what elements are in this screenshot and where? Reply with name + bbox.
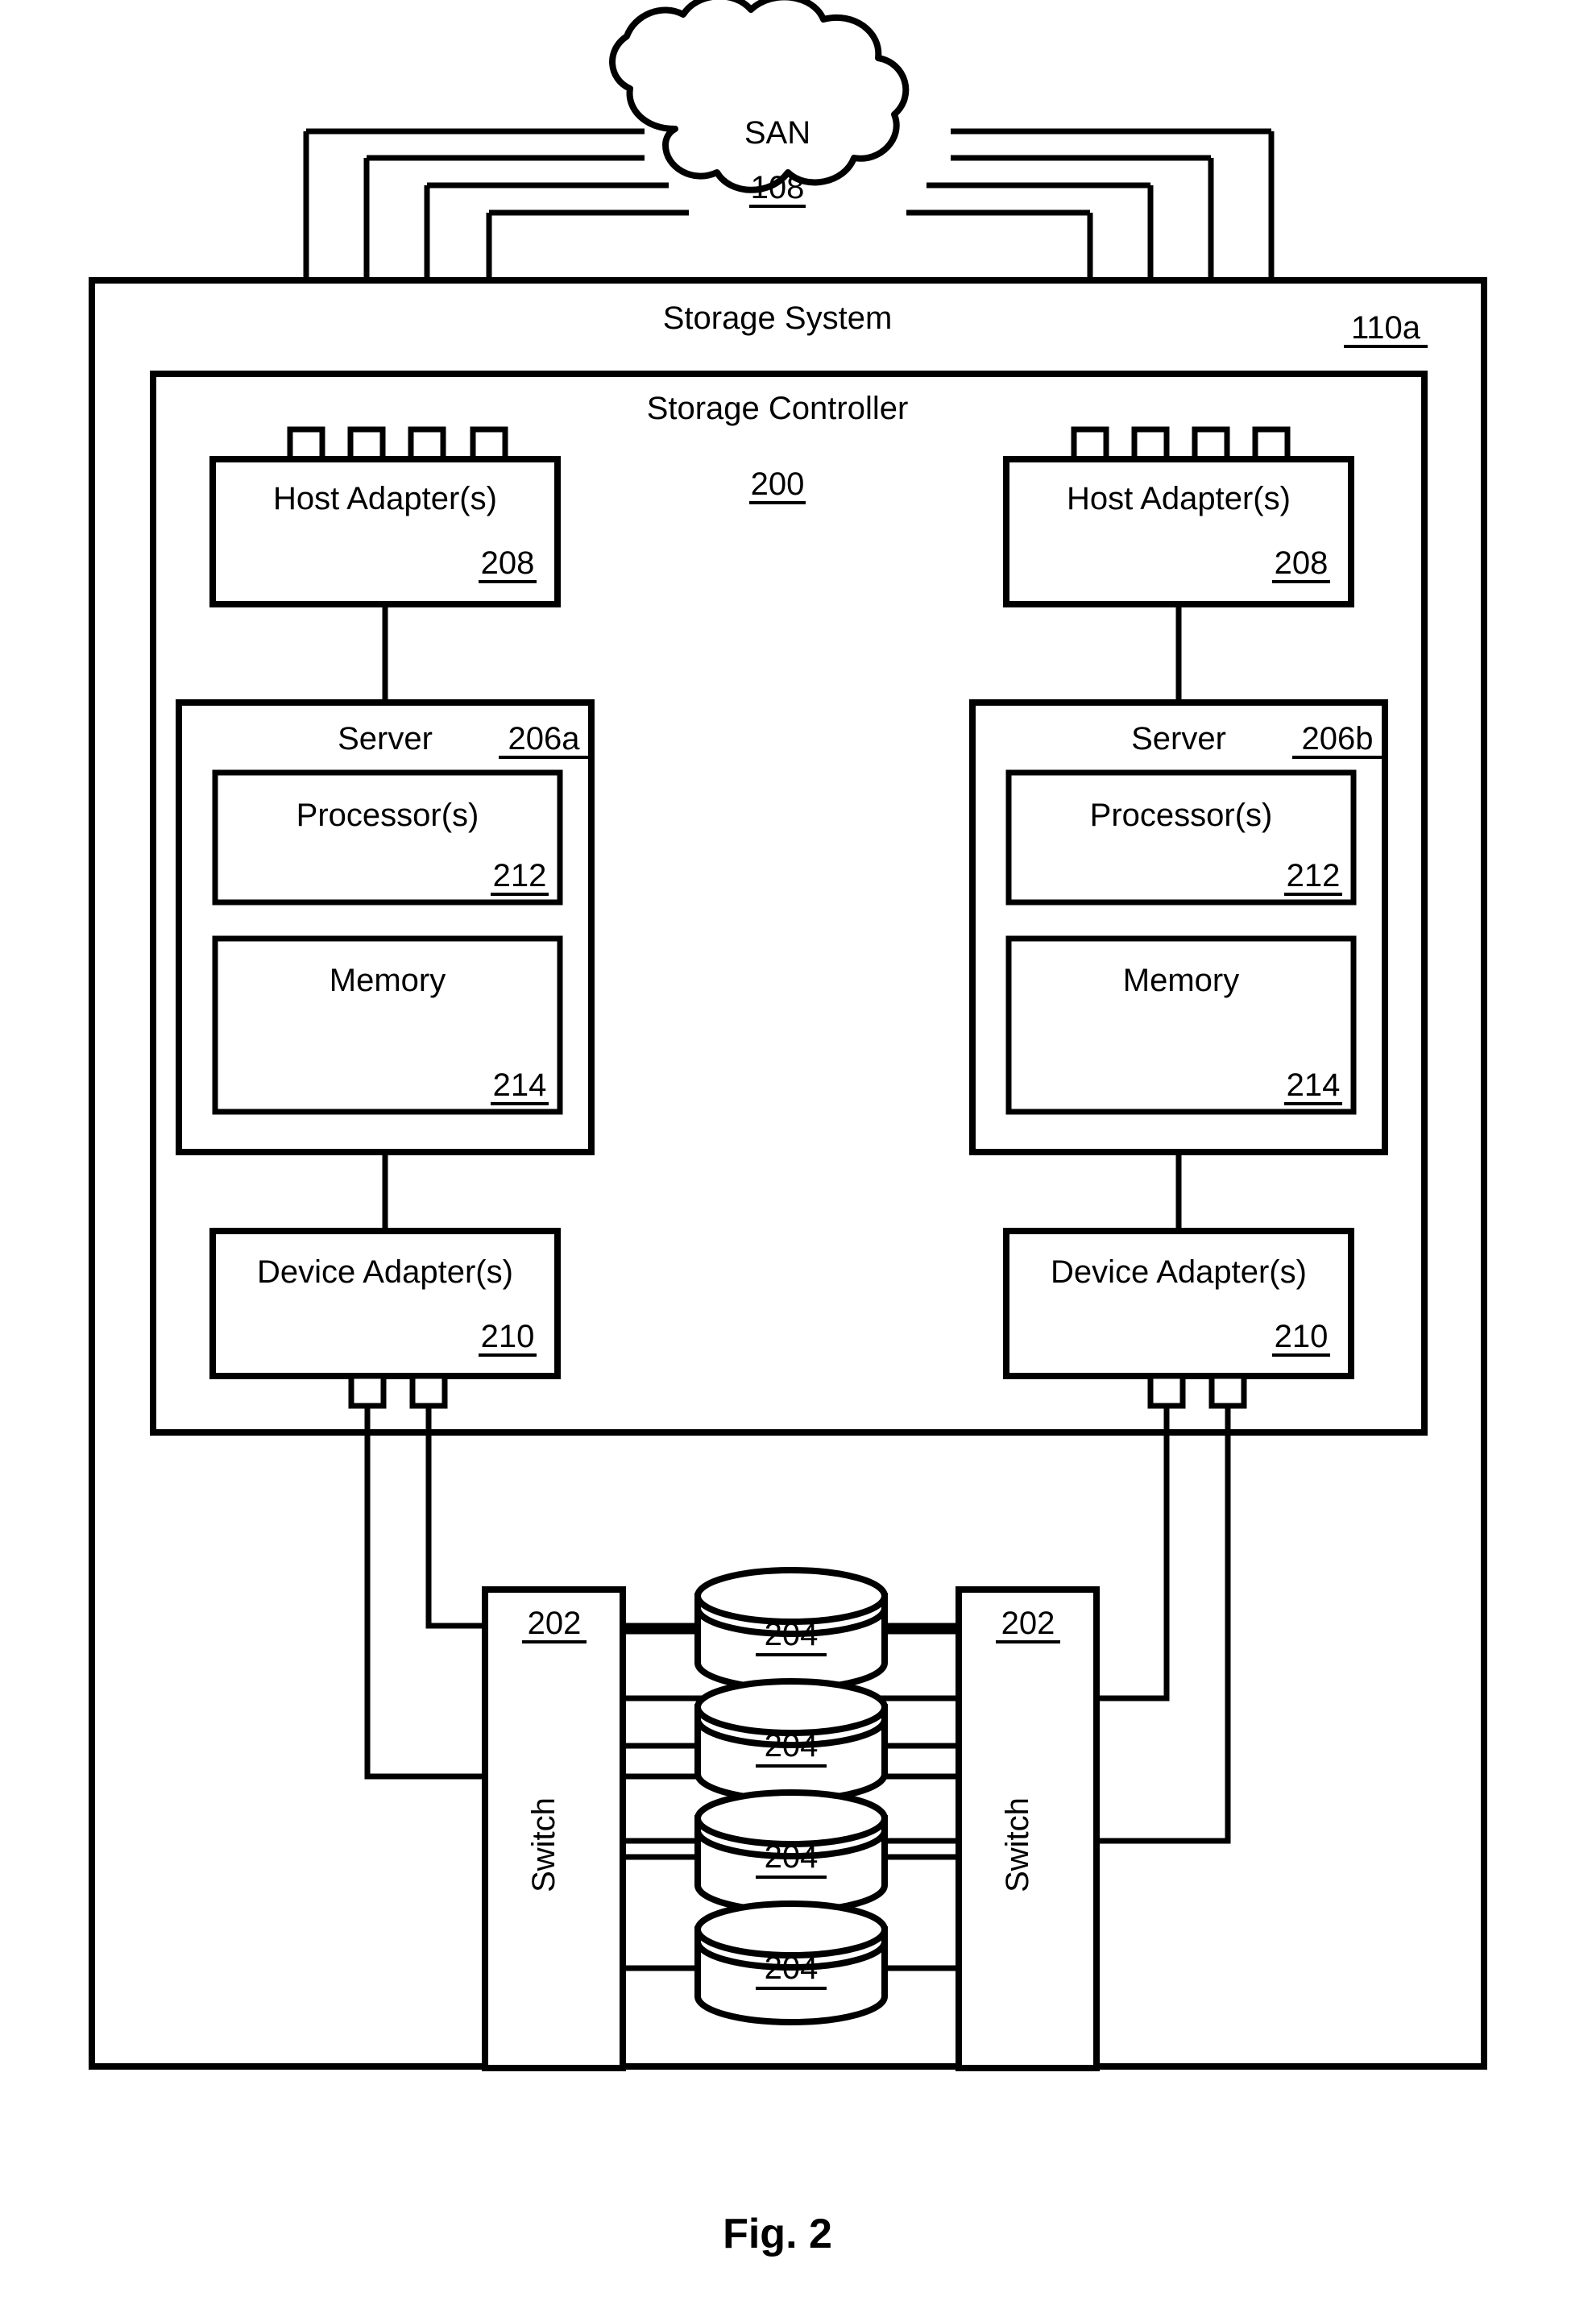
- disk-top: [694, 1789, 888, 1847]
- host-adapter-right: Host Adapter(s) 208: [1003, 456, 1354, 607]
- processor-right-ref: 212: [1287, 858, 1341, 893]
- switch-left-ref: 202: [528, 1606, 582, 1641]
- storage-system-title: Storage System: [663, 301, 893, 336]
- cloud-icon: [609, 0, 910, 193]
- server-left: Server 206a Processor(s) 212 Memory 214: [176, 699, 595, 1155]
- storage-drive: 204: [694, 1789, 888, 1914]
- server-left-ref: 206a: [508, 721, 581, 756]
- processor-left-label: Processor(s): [296, 798, 479, 833]
- switch-right-label: Switch: [1000, 1797, 1035, 1892]
- memory-right-ref: 214: [1287, 1067, 1341, 1103]
- storage-drive-ref: 204: [765, 1839, 819, 1875]
- server-left-label: Server: [338, 721, 433, 756]
- disk-top: [694, 1900, 888, 1958]
- port-icon: [1131, 426, 1170, 462]
- server-right: Server 206b Processor(s) 212 Memory 214: [969, 699, 1388, 1155]
- storage-drive-ref: 204: [765, 1950, 819, 1986]
- switch-right: 202 Switch: [956, 1586, 1100, 2071]
- disk-top: [694, 1678, 888, 1736]
- disk-top: [694, 1567, 888, 1625]
- device-adapter-right-ref: 210: [1275, 1319, 1329, 1354]
- host-adapter-left-label: Host Adapter(s): [273, 481, 497, 516]
- port-icon: [1071, 426, 1109, 462]
- storage-system-ref: 110a: [1351, 310, 1421, 346]
- server-right-label: Server: [1131, 721, 1226, 756]
- port-icon: [1252, 426, 1291, 462]
- san-cloud: SAN 108: [609, 0, 910, 208]
- port-icon: [409, 1373, 448, 1409]
- memory-right-label: Memory: [1123, 963, 1239, 998]
- device-adapter-left-ref: 210: [481, 1319, 535, 1354]
- host-adapter-right-label: Host Adapter(s): [1067, 481, 1291, 516]
- port-icon: [470, 426, 508, 462]
- port-icon: [1192, 426, 1230, 462]
- switch-right-ref: 202: [1001, 1606, 1055, 1641]
- figure-root: SAN 108 Storage System 110a Storage Cont…: [0, 0, 1596, 2317]
- storage-system-diagram: SAN 108 Storage System 110a Storage Cont…: [89, 0, 1487, 2257]
- memory-left-ref: 214: [493, 1067, 547, 1103]
- storage-drive-ref: 204: [765, 1728, 819, 1764]
- server-right-ref: 206b: [1302, 721, 1374, 756]
- device-adapter-left-label: Device Adapter(s): [257, 1254, 513, 1290]
- storage-drive: 204: [694, 1678, 888, 1803]
- port-icon: [287, 426, 325, 462]
- memory-left-label: Memory: [330, 963, 446, 998]
- processor-right-label: Processor(s): [1090, 798, 1273, 833]
- port-icon: [1208, 1373, 1247, 1409]
- switch-left-label: Switch: [526, 1797, 562, 1892]
- device-adapter-right-label: Device Adapter(s): [1051, 1254, 1307, 1290]
- port-icon: [1147, 1373, 1186, 1409]
- port-icon: [348, 1373, 387, 1409]
- port-icon: [347, 426, 386, 462]
- host-adapter-left: Host Adapter(s) 208: [209, 456, 561, 607]
- switch-left: 202 Switch: [482, 1586, 626, 2071]
- host-adapter-right-ref: 208: [1275, 545, 1329, 581]
- port-icon: [408, 426, 446, 462]
- figure-caption: Fig. 2: [723, 2211, 832, 2257]
- processor-left-ref: 212: [493, 858, 547, 893]
- storage-controller-ref: 200: [751, 466, 805, 502]
- host-adapter-left-ref: 208: [481, 545, 535, 581]
- storage-drive-ref: 204: [765, 1617, 819, 1652]
- san-ref: 108: [751, 170, 805, 205]
- san-label: SAN: [744, 115, 810, 151]
- storage-controller-title: Storage Controller: [647, 391, 909, 426]
- storage-drive: 204: [694, 1900, 888, 2025]
- storage-drive: 204: [694, 1567, 888, 1692]
